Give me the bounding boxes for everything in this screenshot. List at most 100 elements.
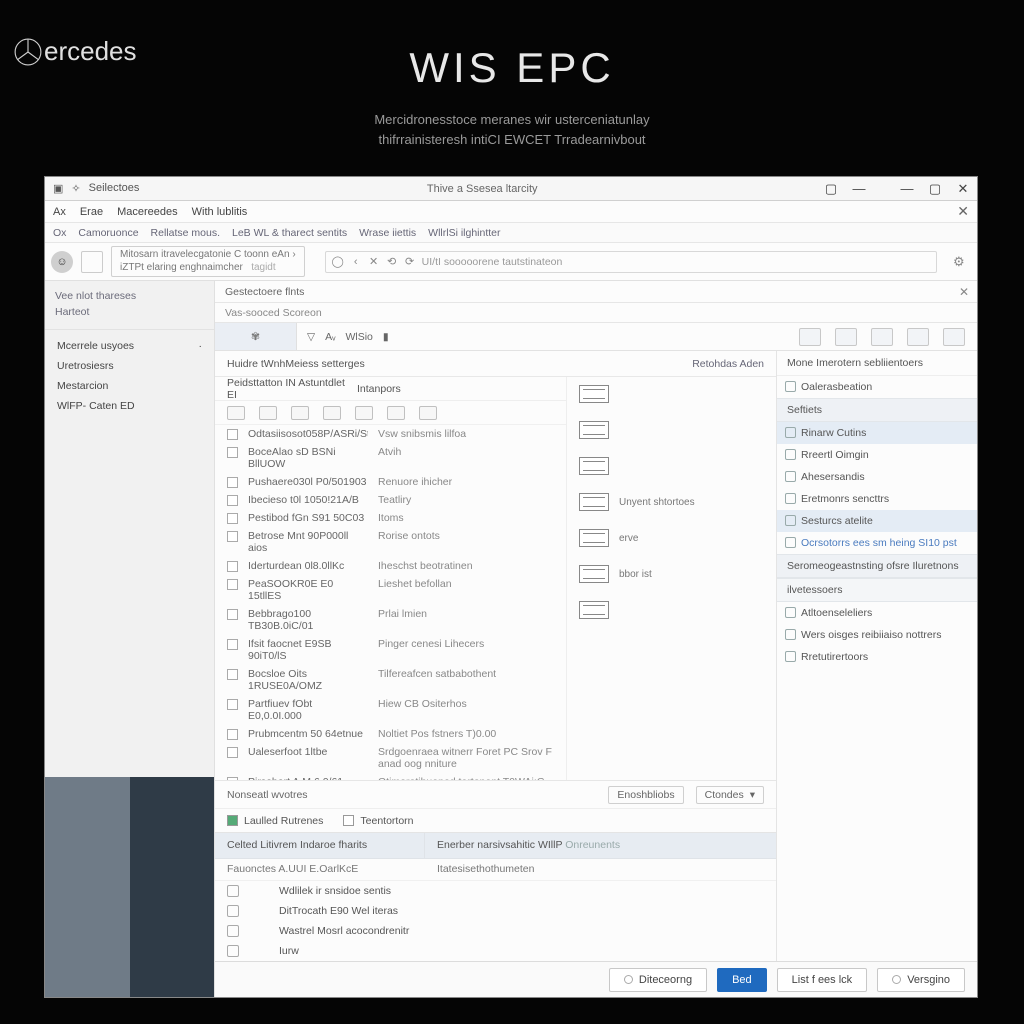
thumbnail[interactable]	[579, 421, 764, 439]
win-close-icon[interactable]: ✕	[949, 181, 977, 197]
row-checkbox[interactable]	[227, 669, 238, 680]
right-item-3-0[interactable]: Atltoenseleliers	[777, 602, 977, 624]
titlebar-icon-2[interactable]: ✧	[71, 182, 80, 195]
table-row[interactable]: Odtasiisosot058P/ASRi/StVsw snibsmis lil…	[215, 425, 566, 443]
table-row[interactable]: Ualeserfoot 1ltbeSrdgoenraea witnerr For…	[215, 743, 566, 773]
subgrid-row[interactable]: Wastrel Mosrl acocondrenitr	[215, 921, 776, 941]
strip-close-icon[interactable]: ✕	[959, 285, 969, 299]
right-item-1-5[interactable]: Ocrsotorrs ees sm heing SI10 pst	[777, 532, 977, 554]
footer-btn-3[interactable]: List f ees lck	[777, 968, 868, 992]
nav-stop-icon[interactable]: ✕	[368, 256, 380, 268]
right-item-1-0[interactable]: Rinarw Cutins	[777, 422, 977, 444]
footer-btn-primary[interactable]: Bed	[717, 968, 767, 992]
table-row[interactable]: Pushaere030l P0/501903Renuore ihicher	[215, 473, 566, 491]
row-checkbox[interactable]	[227, 639, 238, 650]
menu-item-2[interactable]: Macereedes	[117, 206, 178, 218]
tab-3[interactable]: LeB WL & tharect sentits	[232, 227, 347, 239]
footer-btn-1[interactable]: Diteceorng	[609, 968, 707, 992]
meta-select-1[interactable]: Enoshbliobs	[608, 786, 683, 804]
table-row[interactable]: PeaSOOKR0E E0 15tllESLieshet befollan	[215, 575, 566, 605]
nav-back-icon[interactable]: ‹	[350, 256, 362, 268]
row-checkbox[interactable]	[227, 579, 238, 590]
table-row[interactable]: Bocsloe Oits 1RUSE0A/OMZTilfereafcen sat…	[215, 665, 566, 695]
win-max-icon[interactable]: ▢	[921, 181, 949, 197]
nav-refresh-icon[interactable]: ◯	[332, 256, 344, 268]
center-header-right[interactable]: Retohdas Aden	[692, 358, 764, 370]
tab-close-icon[interactable]: ✕	[957, 203, 969, 220]
right-item-1-1[interactable]: Rreertl Oimgin	[777, 444, 977, 466]
thumbnail[interactable]	[579, 601, 764, 619]
win-min2-icon[interactable]: —	[893, 181, 921, 196]
check-a[interactable]: Laulled Rutrenes	[227, 815, 323, 827]
row-checkbox[interactable]	[227, 495, 238, 506]
win-restore-icon[interactable]: ▢	[817, 181, 845, 197]
row-checkbox[interactable]	[227, 729, 238, 740]
thumbnail[interactable]: bbor ist	[579, 565, 764, 583]
menu-item-3[interactable]: With lublitis	[192, 206, 248, 218]
table-row[interactable]: BoceAlao sD BSNi BllUOWAtvih	[215, 443, 566, 473]
thumbnail[interactable]	[579, 457, 764, 475]
nav-reload-icon[interactable]: ⟲	[386, 256, 398, 268]
table-row[interactable]: Bebbrago100 TB30B.0iC/01Prlai lmien	[215, 605, 566, 635]
right-item-1-3[interactable]: Eretmonrs sencttrs	[777, 488, 977, 510]
meta-select-2[interactable]: Ctondes▾	[696, 786, 764, 804]
menu-item-0[interactable]: Ax	[53, 206, 66, 218]
right-item-top[interactable]: Oalerasbeation	[777, 376, 977, 398]
list-icon-3[interactable]	[291, 406, 309, 420]
doc-icon[interactable]	[81, 251, 103, 273]
check-b[interactable]: Teentortorn	[343, 815, 413, 827]
tab-4[interactable]: Wrase iiettis	[359, 227, 416, 239]
table-row[interactable]: Pirsohert A.M.6.0/61Otimoretibuened tart…	[215, 773, 566, 780]
context-chip[interactable]: Mitosarn itravelecgatonie C toonn eAn › …	[111, 246, 305, 277]
row-checkbox[interactable]	[227, 513, 238, 524]
list-icon-4[interactable]	[323, 406, 341, 420]
tool-icon-1[interactable]	[799, 328, 821, 346]
tool-wis-label[interactable]: WlSio	[345, 331, 372, 343]
subgrid-row[interactable]: DitTrocath E90 Wel iteras	[215, 901, 776, 921]
table-row[interactable]: Pestibod fGn S91 50C03Itoms	[215, 509, 566, 527]
row-checkbox[interactable]	[227, 699, 238, 710]
table-row[interactable]: Betrose Mnt 90P000ll aiosRorise ontots	[215, 527, 566, 557]
right-item-1-2[interactable]: Ahesersandis	[777, 466, 977, 488]
tool-icon-2[interactable]	[835, 328, 857, 346]
table-row[interactable]: Partfiuev fObt E0,0.0I.000Hiew CB Ositer…	[215, 695, 566, 725]
list-icon-6[interactable]	[387, 406, 405, 420]
right-item-1-4[interactable]: Sesturcs atelite	[777, 510, 977, 532]
tab-0[interactable]: Ox	[53, 227, 66, 239]
footer-btn-4[interactable]: Versgino	[877, 968, 965, 992]
tab-5[interactable]: WllrlSi ilghintter	[428, 227, 500, 239]
nav-item-2[interactable]: Mestarcion	[45, 376, 214, 396]
subgrid-row[interactable]: Iurw	[215, 941, 776, 961]
nav-item-1[interactable]: Uretrosiesrs	[45, 356, 214, 376]
tool-icon-3[interactable]	[871, 328, 893, 346]
nav-fwd-icon[interactable]: ⟳	[404, 256, 416, 268]
thumbnail[interactable]: Unyent shtortoes	[579, 493, 764, 511]
menu-item-1[interactable]: Erae	[80, 206, 103, 218]
row-checkbox[interactable]	[227, 447, 238, 458]
tab-2[interactable]: Rellatse mous.	[151, 227, 220, 239]
titlebar-icon-1[interactable]: ▣	[53, 182, 63, 195]
row-checkbox[interactable]	[227, 531, 238, 542]
list-icon-7[interactable]	[419, 406, 437, 420]
row-checkbox[interactable]	[227, 609, 238, 620]
tool-icon-4[interactable]	[907, 328, 929, 346]
thumbnail[interactable]	[579, 385, 764, 403]
address-bar[interactable]: ◯ ‹ ✕ ⟲ ⟳ UI/tI sooooorene tautstinateon	[325, 251, 937, 273]
list-icon-1[interactable]	[227, 406, 245, 420]
avatar-icon[interactable]: ☺	[51, 251, 73, 273]
table-row[interactable]: Ibecieso t0l 1050!21A/BTeatliry	[215, 491, 566, 509]
subgrid-row[interactable]: Wdlilek ir snsidoe sentis	[215, 881, 776, 901]
list-icon-2[interactable]	[259, 406, 277, 420]
row-checkbox[interactable]	[227, 561, 238, 572]
tool-icon-5[interactable]	[943, 328, 965, 346]
filter-icon[interactable]: ▽	[307, 331, 315, 343]
row-checkbox[interactable]	[227, 477, 238, 488]
thumbnail[interactable]: erve	[579, 529, 764, 547]
win-min-icon[interactable]: —	[845, 181, 873, 196]
row-checkbox[interactable]	[227, 747, 238, 758]
row-checkbox[interactable]	[227, 429, 238, 440]
table-row[interactable]: Ifsit faocnet E9SB 90iT0/lSPinger cenesi…	[215, 635, 566, 665]
table-row[interactable]: Prubmcentm 50 64etnueNoltiet Pos fstners…	[215, 725, 566, 743]
right-item-3-2[interactable]: Rretutirertoors	[777, 646, 977, 668]
tab-1[interactable]: Camoruonce	[78, 227, 138, 239]
